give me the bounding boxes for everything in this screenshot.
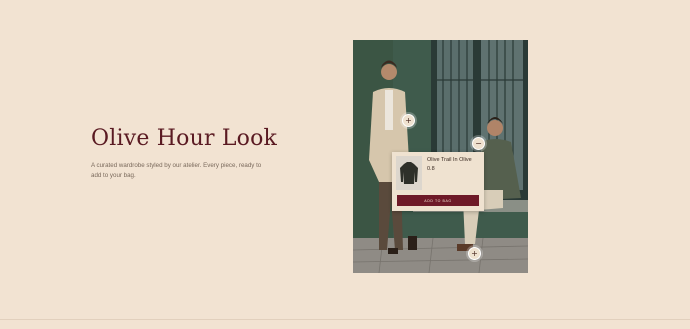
hotspot-jacket[interactable]: +: [402, 114, 415, 127]
section-divider: [0, 319, 690, 320]
look-description: A curated wardrobe styled by our atelier…: [91, 162, 262, 179]
page-title: Olive Hour Look: [91, 126, 278, 151]
minus-icon: −: [475, 138, 482, 148]
plus-icon: +: [405, 115, 412, 125]
product-card[interactable]: Olive Trail In Olive 0.8 ADD TO BAG: [392, 152, 484, 211]
product-thumbnail[interactable]: [396, 156, 422, 190]
sweater-icon: [396, 156, 422, 190]
plus-icon: +: [471, 248, 478, 258]
product-name: Olive Trail In Olive: [427, 157, 472, 163]
add-to-bag-button[interactable]: ADD TO BAG: [397, 195, 479, 206]
product-price: 0.8: [427, 166, 435, 172]
look-intro: Olive Hour Look A curated wardrobe style…: [91, 126, 291, 181]
hotspot-shoes[interactable]: +: [468, 247, 481, 260]
hotspot-sweater-active[interactable]: −: [472, 137, 485, 150]
